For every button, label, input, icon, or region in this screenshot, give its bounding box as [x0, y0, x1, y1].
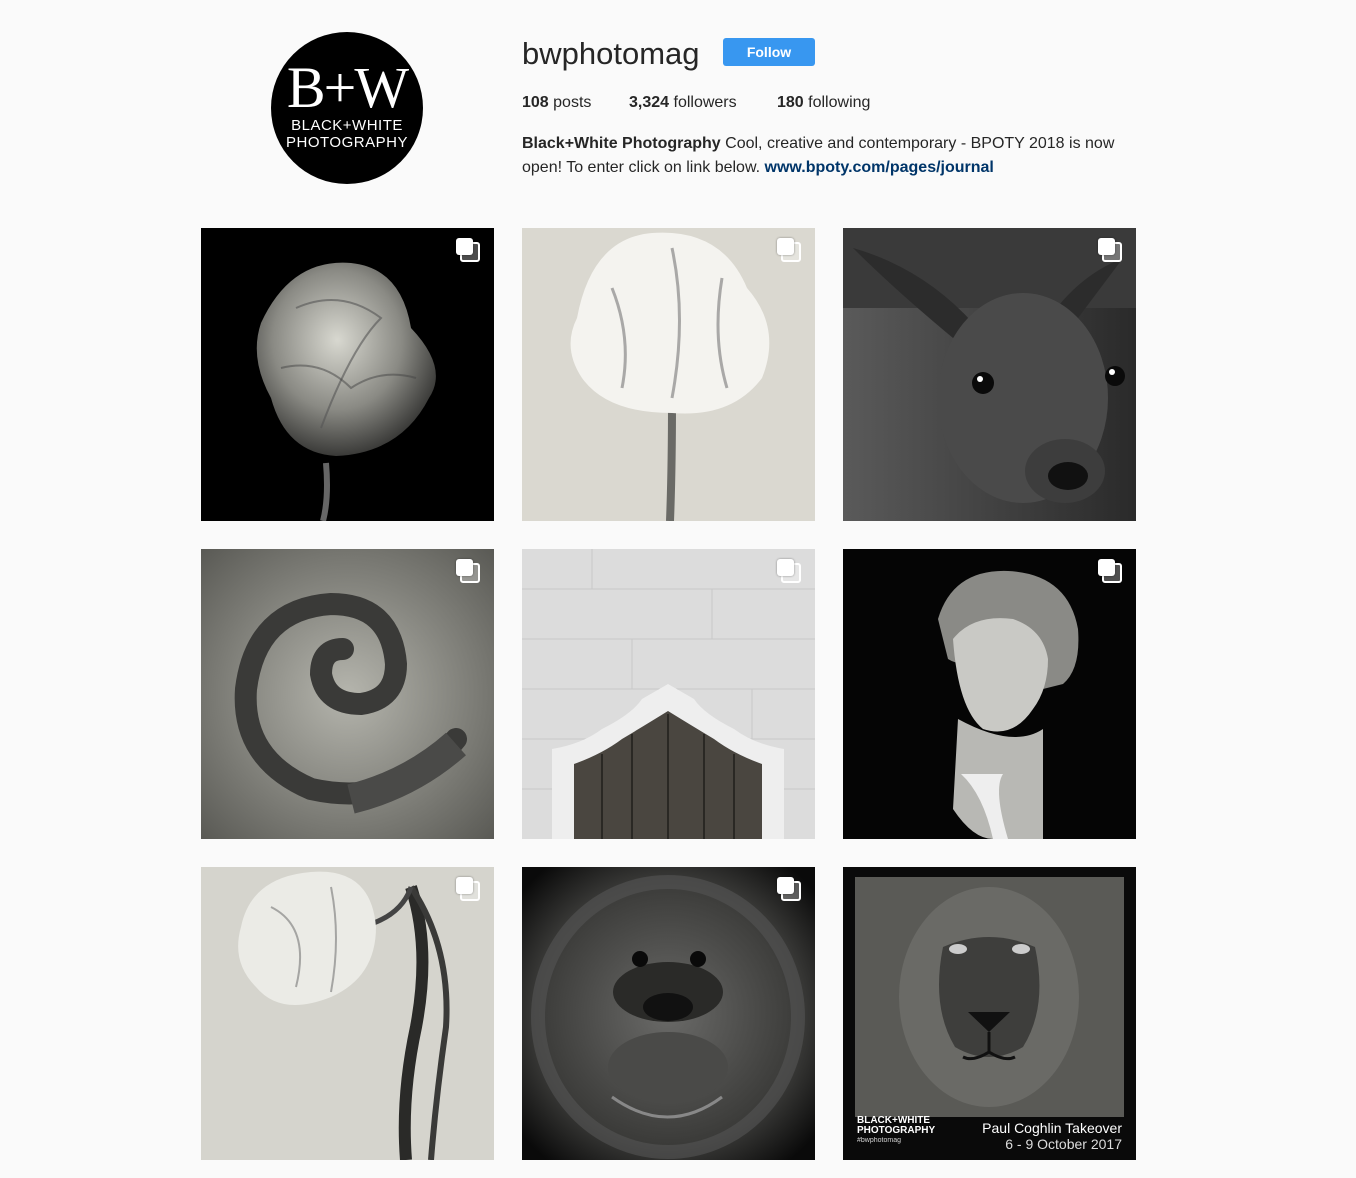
post-thumbnail-white-tulip[interactable]: [522, 228, 815, 521]
avatar-logo-line1: BLACK+WHITE: [291, 117, 403, 134]
caption-hashtag: #bwphotomag: [857, 1137, 901, 1144]
profile-username: bwphotomag: [522, 36, 700, 71]
post-image: [522, 228, 815, 521]
post-image: [522, 867, 815, 1160]
post-thumbnail-spiral[interactable]: [201, 549, 494, 839]
avatar-logo-text: B+W: [286, 55, 409, 120]
follow-button[interactable]: Follow: [723, 38, 815, 66]
caption-brand-line2: PHOTOGRAPHY: [857, 1125, 936, 1136]
multiple-images-icon: [456, 877, 480, 901]
following-label: following: [808, 94, 871, 111]
following-count: 180: [777, 94, 804, 111]
posts-count: 108: [522, 94, 549, 111]
post-image: [843, 549, 1136, 839]
post-image: [522, 549, 815, 839]
post-image: [201, 228, 494, 521]
post-thumbnail-lion[interactable]: BLACK+WHITE PHOTOGRAPHY #bwphotomag Paul…: [843, 867, 1136, 1160]
post-image: [201, 867, 494, 1160]
post-thumbnail-deer[interactable]: [843, 228, 1136, 521]
lion-caption-event: Paul Coghlin Takeover 6 - 9 October 2017: [982, 1120, 1122, 1152]
multiple-images-icon: [456, 238, 480, 262]
multiple-images-icon: [777, 559, 801, 583]
multiple-images-icon: [456, 559, 480, 583]
profile-bio: Black+White Photography Cool, creative a…: [522, 132, 1122, 180]
post-thumbnail-orangutan[interactable]: [522, 867, 815, 1160]
stat-posts: 108 posts: [522, 93, 591, 113]
posts-label: posts: [553, 94, 592, 111]
multiple-images-icon: [777, 877, 801, 901]
stat-followers[interactable]: 3,324 followers: [629, 93, 737, 113]
multiple-images-icon: [1098, 559, 1122, 583]
bio-link[interactable]: www.bpoty.com/pages/journal: [765, 159, 994, 176]
followers-label: followers: [673, 94, 737, 111]
post-image: [843, 228, 1136, 521]
post-thumbnail-portrait[interactable]: [843, 549, 1136, 839]
avatar-logo-line2: PHOTOGRAPHY: [286, 134, 408, 151]
caption-event-dates: 6 - 9 October 2017: [1005, 1136, 1122, 1152]
followers-count: 3,324: [629, 94, 670, 111]
bio-full-name: Black+White Photography: [522, 135, 721, 152]
post-thumbnail-drooping-tulip[interactable]: [201, 867, 494, 1160]
post-image: [201, 549, 494, 839]
post-thumbnail-door[interactable]: [522, 549, 815, 839]
stat-following[interactable]: 180 following: [777, 93, 870, 113]
caption-event-title: Paul Coghlin Takeover: [982, 1120, 1122, 1136]
lion-caption-brand: BLACK+WHITE PHOTOGRAPHY #bwphotomag: [857, 1116, 935, 1146]
profile-avatar[interactable]: B+W BLACK+WHITE PHOTOGRAPHY: [271, 32, 423, 184]
multiple-images-icon: [777, 238, 801, 262]
multiple-images-icon: [1098, 238, 1122, 262]
post-thumbnail-tulip-black[interactable]: [201, 228, 494, 521]
